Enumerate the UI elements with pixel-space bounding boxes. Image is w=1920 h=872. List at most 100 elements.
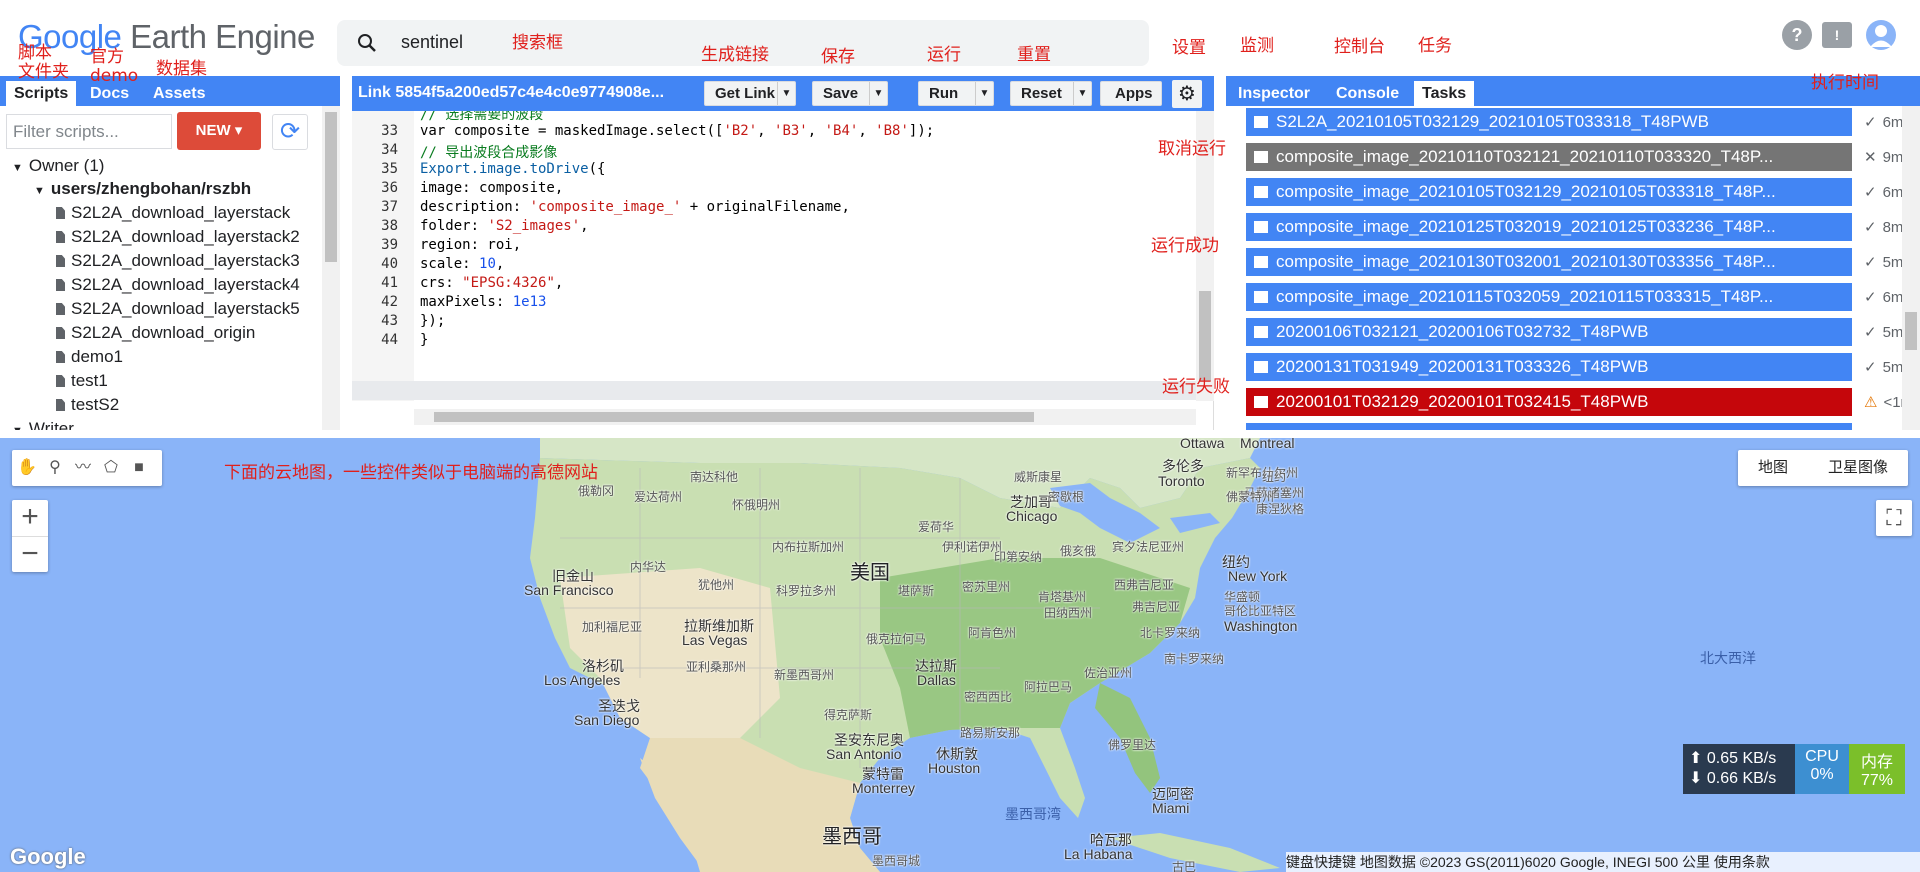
hand-icon[interactable]: ✋ [16, 457, 38, 479]
fullscreen-icon[interactable]: ⛶ [1876, 500, 1912, 536]
scrollbar-thumb[interactable] [325, 112, 337, 262]
marker-icon[interactable]: ⚲ [44, 457, 66, 479]
task-row[interactable]: composite_image_20210125T032019_20210125… [1246, 213, 1852, 241]
tab-tasks[interactable]: Tasks [1414, 81, 1475, 106]
map-view[interactable]: 美国 墨西哥 Ottawa Montreal 多伦多 Toronto 芝加哥 Chicago 纽… [0, 438, 1920, 872]
help-icon[interactable]: ? [1782, 20, 1812, 50]
map-attribution[interactable]: 键盘快捷键 地图数据 ©2023 GS(2011)6020 Google, IN… [1286, 852, 1920, 872]
chevron-down-icon[interactable]: ▼ [975, 82, 993, 105]
map-state-label: 威斯康星 [1014, 470, 1063, 484]
annotation-monitor: 监测 [1240, 36, 1274, 56]
map-state-label: 密歇根 [1048, 490, 1085, 504]
new-button[interactable]: NEW ▾ [177, 112, 261, 150]
map-label-lv: Las Vegas [682, 632, 748, 648]
tree-file[interactable]: S2L2A_download_layerstack [56, 203, 290, 223]
tree-file[interactable]: S2L2A_download_layerstack2 [56, 227, 300, 247]
refresh-icon[interactable]: ⟳ [272, 114, 308, 150]
annotation-console: 控制台 [1334, 37, 1385, 57]
tree-writer[interactable]: ▼Writer [12, 419, 74, 430]
task-row[interactable]: composite_image_20210130T032001_20210130… [1246, 423, 1852, 430]
map-label-mexico-city: 墨西哥城 [872, 854, 921, 868]
tab-console[interactable]: Console [1328, 81, 1407, 106]
task-row[interactable]: composite_image_20210110T032121_20210110… [1246, 143, 1852, 171]
tab-inspector[interactable]: Inspector [1230, 81, 1318, 106]
scrollbar-thumb[interactable] [1199, 291, 1211, 381]
tree-file[interactable]: test1 [56, 371, 108, 391]
task-row[interactable]: S2L2A_20210105T032129_20210105T033318_T4… [1246, 108, 1852, 136]
task-row[interactable]: composite_image_20210105T032129_20210105… [1246, 178, 1852, 206]
map-state-label: 俄亥俄 [1060, 544, 1097, 558]
map-type-satellite[interactable]: 卫星图像 [1808, 450, 1908, 486]
code-line: // 导出波段合成影像 [420, 145, 558, 161]
code-line: Export.image.toDrive({ [420, 161, 606, 177]
code-editor-panel: Link 5854f5a200ed57c4e4c0e9774908e... Ge… [352, 76, 1214, 430]
task-row[interactable]: 20200101T032129_20200101T032415_T48PWB [1246, 388, 1852, 416]
task-list: S2L2A_20210105T032129_20210105T033318_T4… [1226, 106, 1902, 430]
net-up: 0.65 KB/s [1706, 750, 1777, 767]
scripts-scrollbar[interactable] [322, 106, 340, 430]
task-row[interactable]: composite_image_20210130T032001_20210130… [1246, 248, 1852, 276]
chevron-down-icon[interactable]: ▼ [869, 82, 887, 105]
annotation-dataset: 数据集 [156, 59, 207, 79]
map-label-la: Los Angeles [544, 672, 621, 688]
caret-down-icon: ▼ [12, 425, 23, 430]
map-state-label: 堪萨斯 [898, 584, 935, 598]
run-button[interactable]: Run ▼ [918, 81, 994, 106]
tree-file[interactable]: S2L2A_download_origin [56, 323, 255, 343]
avatar[interactable] [1866, 20, 1896, 50]
annotation-run: 运行 [927, 45, 961, 65]
map-type-map[interactable]: 地图 [1738, 450, 1808, 486]
feedback-icon[interactable]: ! [1822, 22, 1852, 48]
line-icon[interactable]: 〰 [72, 457, 94, 479]
code-area[interactable]: // 选择需要的波段 var composite = maskedImage.s… [414, 111, 1196, 401]
file-icon [56, 399, 65, 411]
map-state-label: 宾夕法尼亚州 [1112, 540, 1185, 554]
tab-scripts[interactable]: Scripts [6, 81, 77, 106]
task-row[interactable]: composite_image_20210115T032059_20210115… [1246, 283, 1852, 311]
drawing-tools: ✋ ⚲ 〰 ⬠ ■ [12, 450, 162, 486]
filter-scripts-input[interactable] [6, 114, 172, 149]
code-line: var composite = maskedImage.select(['B2'… [420, 123, 935, 139]
map-state-label: 田纳西州 [1044, 606, 1093, 620]
apps-button[interactable]: Apps [1100, 81, 1162, 106]
chevron-down-icon[interactable]: ▼ [1073, 82, 1091, 105]
map-state-label: 西弗吉尼亚 [1114, 578, 1175, 592]
arrow-up-icon: ⬆ [1689, 750, 1703, 767]
zoom-in-button[interactable]: + [12, 500, 48, 536]
tasks-scrollbar[interactable] [1902, 106, 1920, 430]
map-state-label: 得克萨斯 [824, 708, 873, 722]
reset-button[interactable]: Reset ▼ [1010, 81, 1092, 106]
tree-file[interactable]: S2L2A_download_layerstack5 [56, 299, 300, 319]
script-title[interactable]: Link 5854f5a200ed57c4e4c0e9774908e... [358, 84, 664, 102]
scrollbar-thumb[interactable] [1905, 312, 1917, 350]
tree-file[interactable]: demo1 [56, 347, 123, 367]
tree-owner[interactable]: ▼ Owner (1) [12, 156, 104, 176]
tree-file[interactable]: S2L2A_download_layerstack4 [56, 275, 300, 295]
map-state-label: 阿拉巴马 [1024, 680, 1073, 694]
polygon-icon[interactable]: ⬠ [100, 457, 122, 479]
scrollbar-thumb[interactable] [434, 412, 1034, 422]
task-row[interactable]: 20200106T032121_20200106T032732_T48PWB [1246, 318, 1852, 346]
save-button[interactable]: Save ▼ [812, 81, 888, 106]
editor-hscrollbar[interactable] [414, 409, 1196, 425]
zoom-out-button[interactable]: − [12, 536, 48, 572]
map-label-cuba: 古巴 [1172, 860, 1197, 872]
script-tree: ▼ Owner (1) ▼ users/zhengbohan/rszbh S2L2A… [0, 156, 320, 430]
search-input[interactable]: sentinel [401, 32, 463, 53]
image-icon [1254, 151, 1268, 163]
image-icon [1254, 256, 1268, 268]
tree-file[interactable]: S2L2A_download_layerstack3 [56, 251, 300, 271]
task-time: ✓5m [1864, 254, 1902, 271]
rectangle-icon[interactable]: ■ [128, 457, 150, 479]
tree-repo[interactable]: ▼ users/zhengbohan/rszbh [34, 179, 251, 199]
code-line: crs: "EPSG:4326", [420, 275, 564, 291]
annotation-official-demo: 官方 demo [90, 47, 139, 86]
map-state-label: 纽约 [1262, 470, 1287, 484]
gear-icon[interactable]: ⚙ [1172, 80, 1202, 108]
tree-file[interactable]: testS2 [56, 395, 119, 415]
get-link-button[interactable]: Get Link ▼ [704, 81, 796, 106]
task-row[interactable]: 20200131T031949_20200131T033326_T48PWB [1246, 353, 1852, 381]
tab-assets[interactable]: Assets [145, 81, 213, 106]
annotation-exec-time: 执行时间 [1811, 73, 1879, 93]
chevron-down-icon[interactable]: ▼ [777, 82, 795, 105]
